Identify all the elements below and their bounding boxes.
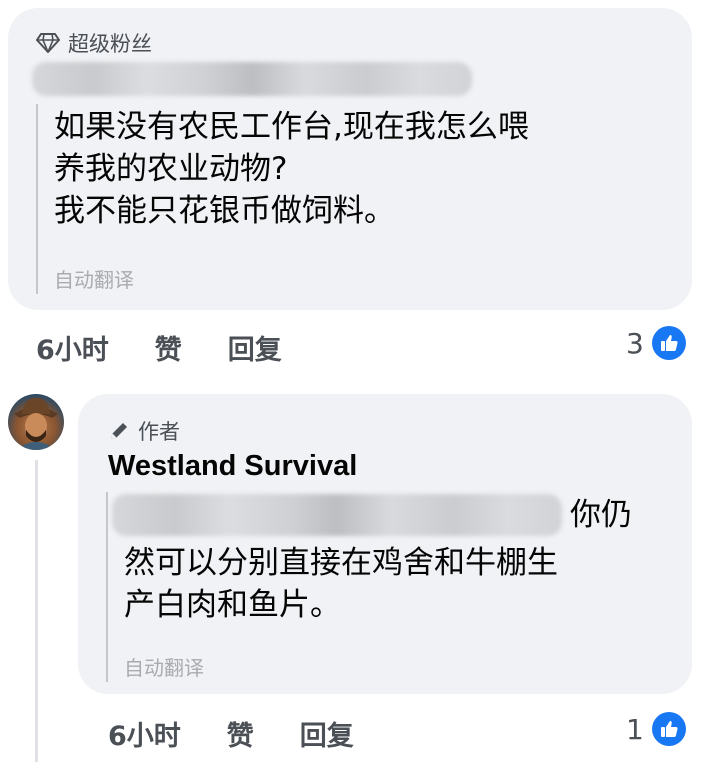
top-fan-badge[interactable]: 超级粉丝 [36, 28, 152, 58]
quote-bar [106, 492, 108, 682]
redacted-text [32, 62, 472, 96]
auto-translate-label[interactable]: 自动翻译 [54, 264, 134, 293]
comment-line: 我不能只花银币做饲料。 [54, 193, 395, 230]
reaction-summary[interactable]: 3 [626, 326, 686, 360]
quote-bar [36, 104, 38, 294]
redacted-text [112, 494, 562, 536]
comment-line: 你仍 [570, 497, 632, 533]
comment-line: 然可以分别直接在鸡舍和牛棚生 [124, 545, 558, 581]
timestamp[interactable]: 6小时 [36, 328, 109, 367]
comment-actions: 6小时 赞 回复 [36, 328, 328, 367]
like-button[interactable]: 赞 [155, 328, 182, 367]
badge-label: 超级粉丝 [68, 32, 152, 56]
diamond-icon [36, 33, 60, 53]
reply-button[interactable]: 回复 [300, 714, 354, 753]
comment-text: 然可以分别直接在鸡舍和牛棚生 产白肉和鱼片。 [124, 542, 558, 626]
thumbs-up-icon [651, 712, 686, 746]
like-button[interactable]: 赞 [227, 714, 254, 753]
comment-line: 产白肉和鱼片。 [124, 587, 341, 624]
comment-actions: 6小时 赞 回复 [108, 714, 400, 753]
reaction-count: 3 [626, 326, 644, 360]
thumbs-up-icon [651, 326, 686, 360]
author-name[interactable]: Westland Survival [108, 450, 357, 483]
comment-line: 养我的农业动物? [54, 151, 288, 188]
author-badge[interactable]: 作者 [108, 416, 180, 446]
badge-label: 作者 [138, 420, 180, 444]
comment-text: 如果没有农民工作台,现在我怎么喂 养我的农业动物? 我不能只花银币做饲料。 [54, 106, 529, 232]
timestamp[interactable]: 6小时 [108, 714, 181, 753]
reaction-count: 1 [626, 712, 644, 746]
reaction-summary[interactable]: 1 [626, 712, 686, 746]
avatar[interactable] [8, 394, 64, 450]
comment-line: 如果没有农民工作台,现在我怎么喂 [54, 109, 529, 145]
pencil-icon [108, 420, 130, 442]
auto-translate-label[interactable]: 自动翻译 [124, 652, 204, 681]
thread-line [35, 460, 38, 762]
reply-button[interactable]: 回复 [228, 328, 282, 367]
